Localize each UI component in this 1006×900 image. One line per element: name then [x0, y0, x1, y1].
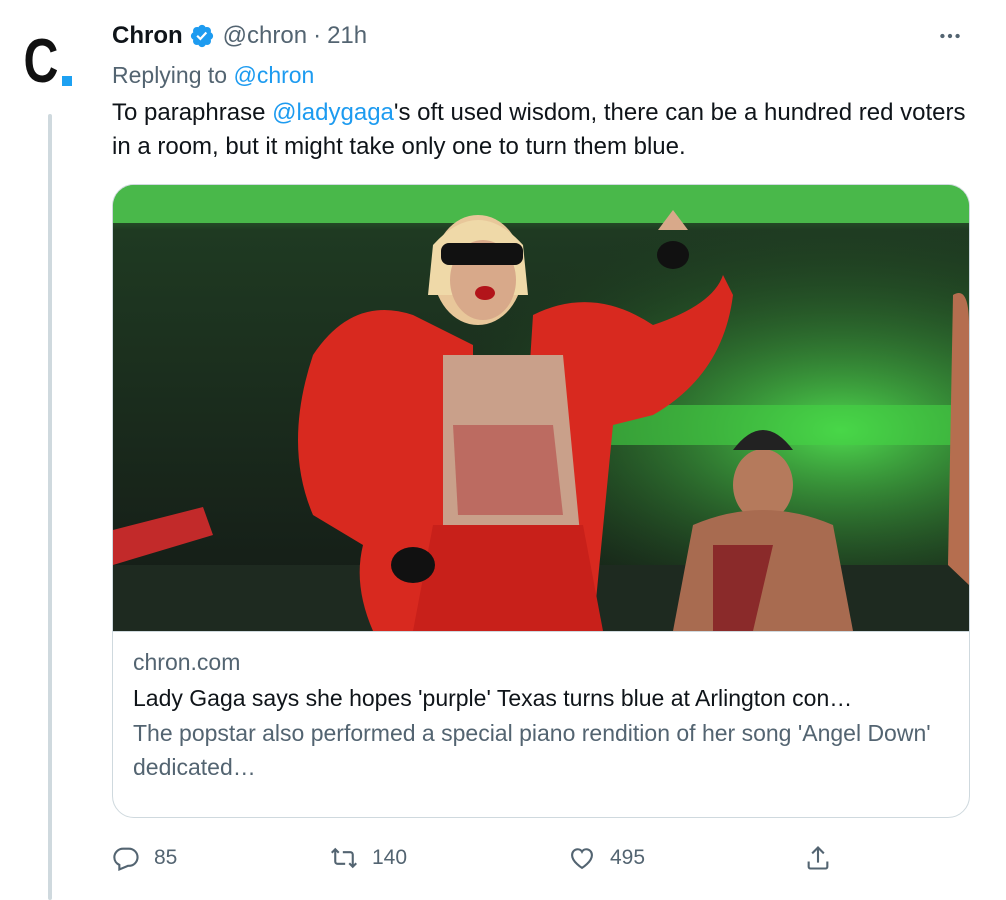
card-description: The popstar also performed a special pia… [133, 720, 931, 780]
author-name[interactable]: Chron [112, 22, 183, 50]
tweet-content: Chron @chron · 21h Replying to @chron To… [112, 18, 972, 164]
link-card[interactable]: chron.com Lady Gaga says she hopes 'purp… [112, 184, 970, 818]
tweet-text: To paraphrase @ladygaga's oft used wisdo… [112, 96, 972, 164]
action-bar: 85 140 495 [112, 838, 972, 878]
replying-to: Replying to @chron [112, 58, 972, 92]
avatar-letter: C [24, 28, 59, 88]
tweet-text-before: To paraphrase [112, 99, 273, 126]
header-separator: · [313, 22, 322, 49]
author-handle[interactable]: @chron [223, 22, 307, 50]
logo-dot [62, 76, 72, 86]
like-count: 495 [610, 846, 646, 869]
share-button[interactable] [804, 838, 832, 878]
verified-badge-icon [189, 23, 215, 49]
card-title: Lady Gaga says she hopes 'purple' Texas … [133, 685, 853, 711]
reply-icon [113, 847, 139, 872]
retweet-icon [331, 847, 357, 869]
thread-line [48, 114, 52, 900]
like-icon [571, 848, 593, 870]
reply-count: 85 [154, 846, 178, 869]
chron-logo: C [24, 26, 72, 95]
more-icon[interactable] [930, 18, 970, 54]
card-domain: chron.com [133, 649, 241, 675]
retweet-count: 140 [372, 846, 408, 869]
share-icon [807, 846, 829, 870]
tweet-time[interactable]: 21h [327, 22, 367, 50]
like-button[interactable]: 495 [568, 838, 645, 878]
replying-mention[interactable]: @chron [233, 62, 314, 88]
retweet-button[interactable]: 140 [330, 838, 407, 878]
reply-button[interactable]: 85 [112, 838, 177, 878]
card-image[interactable] [113, 185, 969, 631]
card-body: chron.com Lady Gaga says she hopes 'purp… [113, 631, 969, 784]
replying-prefix: Replying to [112, 62, 228, 88]
avatar[interactable]: C [22, 26, 78, 95]
tweet-text-mention[interactable]: @ladygaga [272, 99, 394, 126]
tweet-header: Chron @chron · 21h [112, 18, 972, 54]
